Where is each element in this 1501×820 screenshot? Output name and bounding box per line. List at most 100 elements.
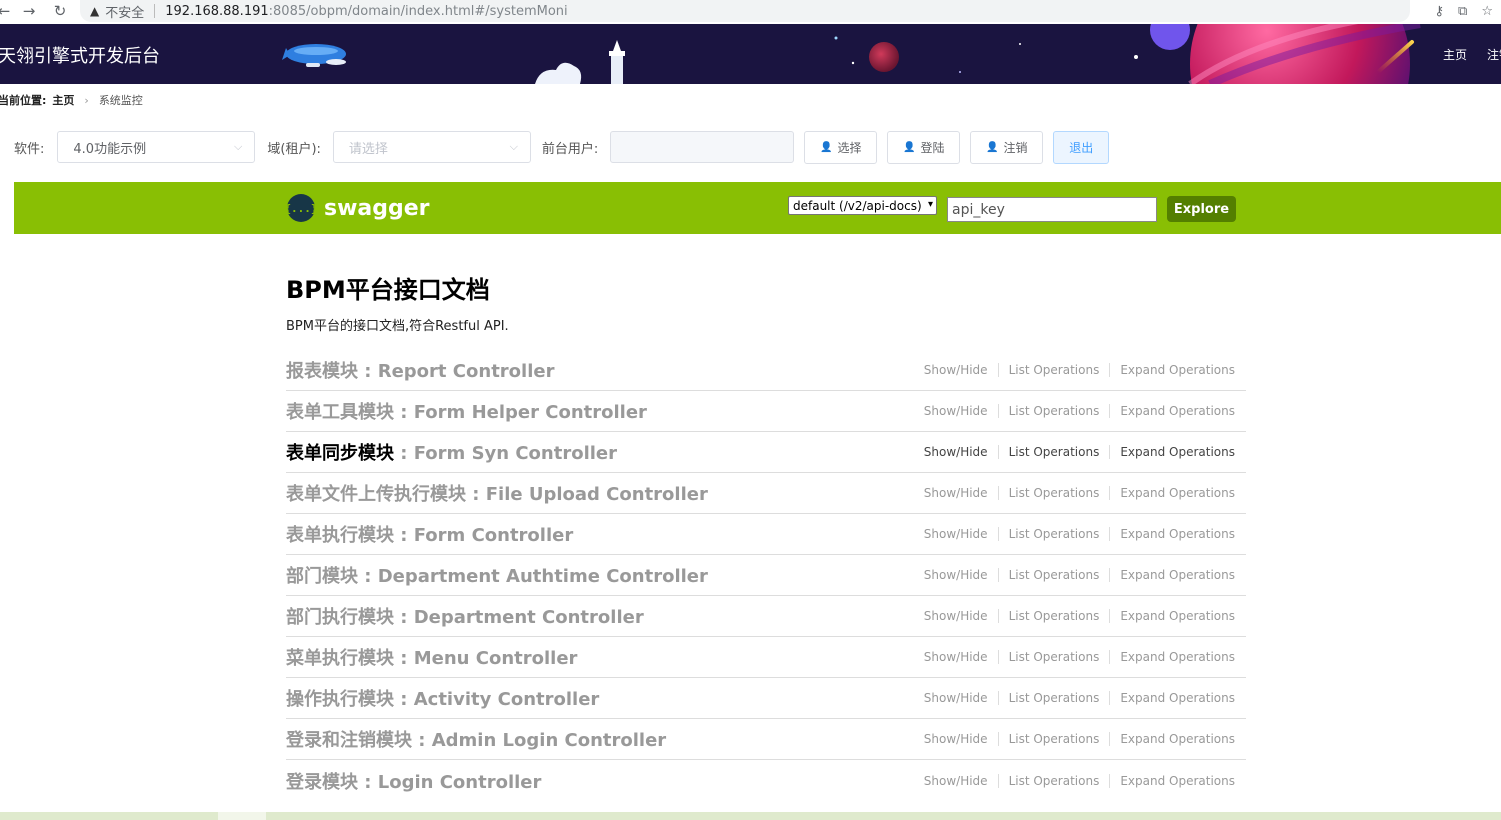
resource-title[interactable]: 部门执行模块 : Department Controller <box>286 603 644 629</box>
domain-select[interactable]: 请选择 ⌵ <box>332 131 531 163</box>
bottom-scrollbar[interactable] <box>0 812 1501 820</box>
filter-row: 软件: 4.0功能示例 ⌵ 域(租户): 请选择 ⌵ 前台用户: 👤 选择 👤 … <box>14 130 1110 164</box>
expand-operations-link[interactable]: Expand Operations <box>1120 609 1235 623</box>
expand-operations-link[interactable]: Expand Operations <box>1120 774 1235 788</box>
logout-user-button[interactable]: 👤 注销 <box>970 130 1044 164</box>
resource-title[interactable]: 登录模块 : Login Controller <box>286 768 541 794</box>
user-input[interactable] <box>610 131 795 163</box>
resource-title[interactable]: 操作执行模块 : Activity Controller <box>286 685 599 711</box>
list-operations-link[interactable]: List Operations <box>1009 363 1100 377</box>
nav-home-link[interactable]: 主页 <box>1443 46 1467 63</box>
api-docs-select[interactable]: default (/v2/api-docs) ▾ <box>788 196 937 215</box>
chevron-down-icon: ⌵ <box>234 140 243 153</box>
software-select[interactable]: 4.0功能示例 ⌵ <box>57 131 256 163</box>
translate-icon[interactable]: ⧉ <box>1458 4 1467 19</box>
list-operations-link[interactable]: List Operations <box>1009 732 1100 746</box>
divider <box>997 363 999 377</box>
swagger-logo[interactable]: {...} swagger <box>284 194 430 222</box>
chevron-down-icon: ▾ <box>927 199 933 210</box>
url-path: :8085/obpm/domain/index.html#/systemMoni <box>268 3 568 19</box>
expand-operations-link[interactable]: Expand Operations <box>1120 732 1235 746</box>
explore-button[interactable]: Explore <box>1167 196 1236 222</box>
show-hide-link[interactable]: Show/Hide <box>924 691 988 705</box>
domain-select-placeholder: 请选择 <box>348 141 388 157</box>
show-hide-link[interactable]: Show/Hide <box>924 609 988 623</box>
resource-item: 部门执行模块 : Department Controller Show/Hide… <box>286 596 1246 637</box>
swagger-logo-text: swagger <box>324 195 430 221</box>
show-hide-link[interactable]: Show/Hide <box>924 732 988 746</box>
forward-icon[interactable]: → <box>17 2 41 20</box>
list-operations-link[interactable]: List Operations <box>1009 650 1100 664</box>
resource-list: 报表模块 : Report Controller Show/Hide List … <box>286 350 1246 801</box>
resource-title[interactable]: 表单执行模块 : Form Controller <box>286 521 573 547</box>
select-button[interactable]: 👤 选择 <box>804 130 878 164</box>
breadcrumb: 当前位置: 主页 › 系统监控 <box>0 92 143 108</box>
expand-operations-link[interactable]: Expand Operations <box>1120 527 1235 541</box>
scrollbar-thumb[interactable] <box>218 812 266 820</box>
divider <box>997 691 999 705</box>
nav-logout-link[interactable]: 注销 <box>1487 46 1501 63</box>
resource-title[interactable]: 表单文件上传执行模块 : File Upload Controller <box>286 480 708 506</box>
resource-title[interactable]: 表单工具模块 : Form Helper Controller <box>286 398 647 424</box>
user-icon: 👤 <box>986 141 999 153</box>
api-key-input[interactable]: api_key <box>947 197 1157 222</box>
list-operations-link[interactable]: List Operations <box>1009 568 1100 582</box>
divider <box>997 527 999 541</box>
show-hide-link[interactable]: Show/Hide <box>924 568 988 582</box>
expand-operations-link[interactable]: Expand Operations <box>1120 363 1235 377</box>
list-operations-link[interactable]: List Operations <box>1009 691 1100 705</box>
resource-ops: Show/Hide List Operations Expand Operati… <box>924 486 1246 500</box>
list-operations-link[interactable]: List Operations <box>1009 486 1100 500</box>
show-hide-link[interactable]: Show/Hide <box>924 404 988 418</box>
divider <box>997 609 999 623</box>
list-operations-link[interactable]: List Operations <box>1009 445 1100 459</box>
show-hide-link[interactable]: Show/Hide <box>924 445 988 459</box>
list-operations-link[interactable]: List Operations <box>1009 527 1100 541</box>
warning-icon: ▲ <box>90 4 100 18</box>
expand-operations-link[interactable]: Expand Operations <box>1120 404 1235 418</box>
show-hide-link[interactable]: Show/Hide <box>924 527 988 541</box>
divider <box>154 4 156 18</box>
resource-title[interactable]: 表单同步模块 : Form Syn Controller <box>286 439 617 465</box>
domain-label: 域(租户): <box>267 141 321 157</box>
show-hide-link[interactable]: Show/Hide <box>924 650 988 664</box>
show-hide-link[interactable]: Show/Hide <box>924 774 988 788</box>
address-bar[interactable]: ▲ 不安全 192.168.88.191:8085/obpm/domain/in… <box>80 0 1410 22</box>
divider <box>1109 445 1111 459</box>
back-icon[interactable]: ← <box>0 2 16 20</box>
resource-title-cn: 表单执行模块 <box>286 525 394 546</box>
divider <box>1109 527 1111 541</box>
expand-operations-link[interactable]: Expand Operations <box>1120 568 1235 582</box>
resource-title-cn: 报表模块 <box>286 361 358 382</box>
api-docs-select-value: default (/v2/api-docs) <box>793 198 922 213</box>
show-hide-link[interactable]: Show/Hide <box>924 363 988 377</box>
breadcrumb-home[interactable]: 主页 <box>52 92 74 108</box>
reload-icon[interactable]: ↻ <box>48 2 72 20</box>
expand-operations-link[interactable]: Expand Operations <box>1120 650 1235 664</box>
resource-title[interactable]: 菜单执行模块 : Menu Controller <box>286 644 577 670</box>
resource-title[interactable]: 报表模块 : Report Controller <box>286 357 554 383</box>
list-operations-link[interactable]: List Operations <box>1009 404 1100 418</box>
login-button[interactable]: 👤 登陆 <box>887 130 961 164</box>
insecure-label: 不安全 <box>105 5 145 21</box>
expand-operations-link[interactable]: Expand Operations <box>1120 445 1235 459</box>
software-select-value: 4.0功能示例 <box>73 141 147 157</box>
resource-title[interactable]: 部门模块 : Department Authtime Controller <box>286 562 708 588</box>
resource-item: 操作执行模块 : Activity Controller Show/Hide L… <box>286 678 1246 719</box>
show-hide-link[interactable]: Show/Hide <box>924 486 988 500</box>
divider <box>997 568 999 582</box>
browser-toolbar: ← → ↻ ▲ 不安全 192.168.88.191:8085/obpm/dom… <box>0 0 1501 22</box>
list-operations-link[interactable]: List Operations <box>1009 774 1100 788</box>
key-icon[interactable]: ⚷ <box>1435 4 1445 19</box>
list-operations-link[interactable]: List Operations <box>1009 609 1100 623</box>
resource-item: 登录和注销模块 : Admin Login Controller Show/Hi… <box>286 719 1246 760</box>
expand-operations-link[interactable]: Expand Operations <box>1120 691 1235 705</box>
bookmark-star-icon[interactable]: ☆ <box>1481 4 1493 19</box>
resource-title-en: : Department Authtime Controller <box>358 566 708 587</box>
exit-button[interactable]: 退出 <box>1053 130 1110 164</box>
header-illustration <box>282 24 1421 84</box>
divider <box>997 732 999 746</box>
expand-operations-link[interactable]: Expand Operations <box>1120 486 1235 500</box>
resource-title-en: : Login Controller <box>358 771 542 793</box>
resource-title[interactable]: 登录和注销模块 : Admin Login Controller <box>286 726 666 752</box>
